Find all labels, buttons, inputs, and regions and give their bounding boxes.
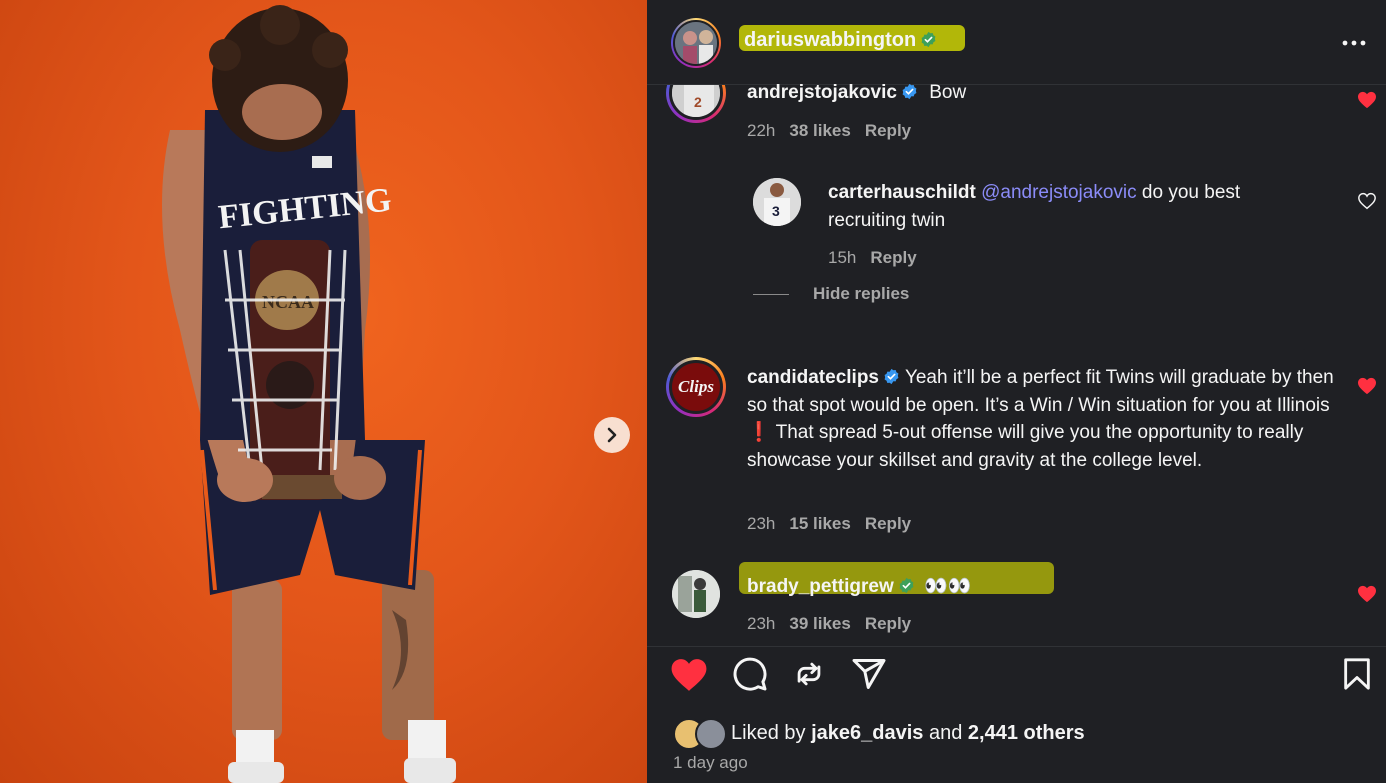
post-photo[interactable]: FIGHTING NCAA <box>0 0 647 783</box>
author-username-text[interactable]: dariuswabbington <box>744 29 916 51</box>
comment-2-username[interactable]: carterhauschildt <box>828 182 976 203</box>
heart-filled-icon[interactable] <box>1357 585 1377 603</box>
basketball-player-image: FIGHTING NCAA <box>162 5 456 783</box>
comment-4-meta: 23h 39 likes Reply <box>747 614 911 634</box>
svg-text:3: 3 <box>772 203 780 219</box>
liker-avatar[interactable] <box>695 718 727 750</box>
comment-icon[interactable] <box>732 656 768 692</box>
username-text[interactable]: brady_pettigrew <box>747 576 894 597</box>
commenter-avatar[interactable] <box>672 570 720 618</box>
verified-badge-icon <box>884 368 899 385</box>
reply-button[interactable]: Reply <box>870 248 916 267</box>
more-horizontal-icon <box>1342 40 1366 46</box>
repost-icon[interactable] <box>792 656 826 692</box>
username-text[interactable]: andrejstojakovic <box>747 82 897 103</box>
heart-outline-icon[interactable] <box>1357 192 1377 210</box>
reply-button[interactable]: Reply <box>865 514 911 533</box>
more-options-button[interactable] <box>1341 33 1367 53</box>
comment-likes-count[interactable]: 39 likes <box>789 614 850 633</box>
heart-filled-icon[interactable] <box>670 657 708 693</box>
avatar-photo: 3 <box>753 178 801 226</box>
comment-likes-count[interactable]: 38 likes <box>789 121 850 140</box>
comment-time: 23h <box>747 514 776 533</box>
verified-badge-icon <box>921 31 936 48</box>
verified-badge-icon <box>899 577 914 594</box>
commenter-avatar[interactable]: Clips <box>669 360 723 414</box>
comment-2-body: carterhauschildt @andrejstojakovic do yo… <box>828 179 1318 234</box>
liker-username[interactable]: jake6_davis <box>811 722 923 744</box>
heart-filled-icon[interactable] <box>1357 377 1377 395</box>
chevron-right-icon <box>607 427 617 443</box>
hide-replies-line <box>753 294 789 295</box>
post-header: dariuswabbington <box>647 0 1386 85</box>
comment-time: 23h <box>747 614 776 633</box>
heart-filled-icon[interactable] <box>1357 91 1377 109</box>
comment-likes-count[interactable]: 15 likes <box>789 514 850 533</box>
likes-others-count[interactable]: 2,441 others <box>968 722 1085 744</box>
comment-2-meta: 15h Reply <box>828 248 917 268</box>
divider <box>647 646 1386 647</box>
next-photo-button[interactable] <box>594 417 630 453</box>
scroll-clip-mask <box>747 78 1347 84</box>
comment-time: 22h <box>747 121 776 140</box>
send-icon[interactable] <box>851 656 887 692</box>
svg-text:2: 2 <box>694 94 702 110</box>
reply-button[interactable]: Reply <box>865 614 911 633</box>
verified-badge-icon <box>902 83 917 100</box>
avatar-logo-text: Clips <box>678 377 714 396</box>
comment-3-body: candidateclips Yeah it’ll be a perfect f… <box>747 364 1347 474</box>
bookmark-icon[interactable] <box>1340 656 1374 692</box>
comment-1-username[interactable]: andrejstojakovic Bow <box>747 82 966 104</box>
svg-text:NCAA: NCAA <box>262 292 314 312</box>
post-timestamp[interactable]: 1 day ago <box>673 753 748 773</box>
liked-by-label: Liked by <box>731 722 806 744</box>
comment-1-meta: 22h 38 likes Reply <box>747 121 911 141</box>
author-username[interactable]: dariuswabbington <box>744 29 937 52</box>
mention-link[interactable]: @andrejstojakovic <box>981 182 1137 203</box>
post-side-panel: dariuswabbington 2 andrejstojakovic Bow … <box>647 0 1386 783</box>
liked-by-and: and <box>928 722 963 744</box>
reply-button[interactable]: Reply <box>865 121 911 140</box>
comment-time: 15h <box>828 248 857 267</box>
comment-3-username[interactable]: candidateclips <box>747 367 879 388</box>
liked-by-line: Liked by jake6_davis and 2,441 others <box>731 722 1085 745</box>
hide-replies-button[interactable]: Hide replies <box>813 284 909 304</box>
comment-4-username[interactable]: brady_pettigrew 👀👀 <box>747 574 971 598</box>
comment-1-text: Bow <box>929 82 967 103</box>
hide-replies-text[interactable]: Hide replies <box>813 284 909 303</box>
comment-3-meta: 23h 15 likes Reply <box>747 514 911 534</box>
author-avatar[interactable] <box>673 20 719 66</box>
comment-4-text: 👀👀 <box>924 576 972 597</box>
reply-avatar[interactable]: 3 <box>753 178 801 226</box>
avatar-photo <box>672 570 720 618</box>
